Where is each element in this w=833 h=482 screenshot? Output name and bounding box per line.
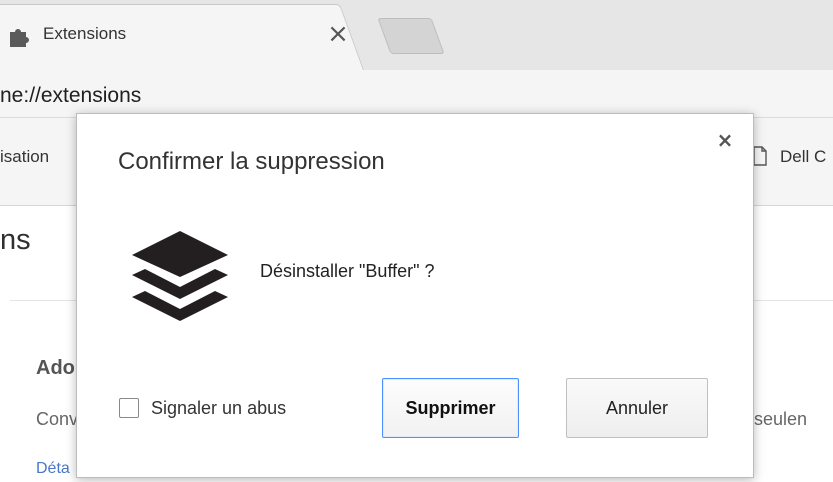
buffer-logo-icon: [132, 231, 228, 321]
extension-details-link[interactable]: Déta: [36, 460, 70, 478]
extension-description: Conv: [36, 409, 79, 429]
puzzle-icon: [10, 29, 29, 47]
tab-strip: Extensions ×: [0, 0, 833, 70]
report-abuse-label[interactable]: Signaler un abus: [151, 398, 286, 419]
dialog-message: Désinstaller "Buffer" ?: [260, 261, 435, 281]
remove-button[interactable]: Supprimer: [382, 378, 519, 438]
url-text[interactable]: ne://extensions: [0, 84, 141, 108]
cancel-button[interactable]: Annuler: [566, 378, 708, 438]
bookmark-item-left[interactable]: isation: [0, 147, 49, 167]
screen: Extensions × ne://extensions isation Del…: [0, 0, 833, 482]
tab-extensions[interactable]: Extensions ×: [0, 4, 360, 64]
confirm-remove-dialog: Confirmer la suppression × Désinstaller …: [76, 113, 754, 478]
report-abuse-checkbox[interactable]: [119, 398, 139, 418]
bookmark-item-dell[interactable]: Dell C: [780, 147, 826, 167]
extension-name: Ado: [36, 357, 75, 379]
page-icon: [753, 146, 767, 166]
tab-title: Extensions: [43, 24, 127, 43]
report-abuse-option[interactable]: Signaler un abus: [119, 394, 286, 422]
tab-close-icon[interactable]: ×: [325, 19, 351, 49]
close-icon[interactable]: ×: [713, 128, 737, 152]
dialog-title: Confirmer la suppression: [118, 148, 385, 175]
new-tab-icon[interactable]: [377, 18, 445, 54]
page-title: ns: [0, 224, 31, 256]
